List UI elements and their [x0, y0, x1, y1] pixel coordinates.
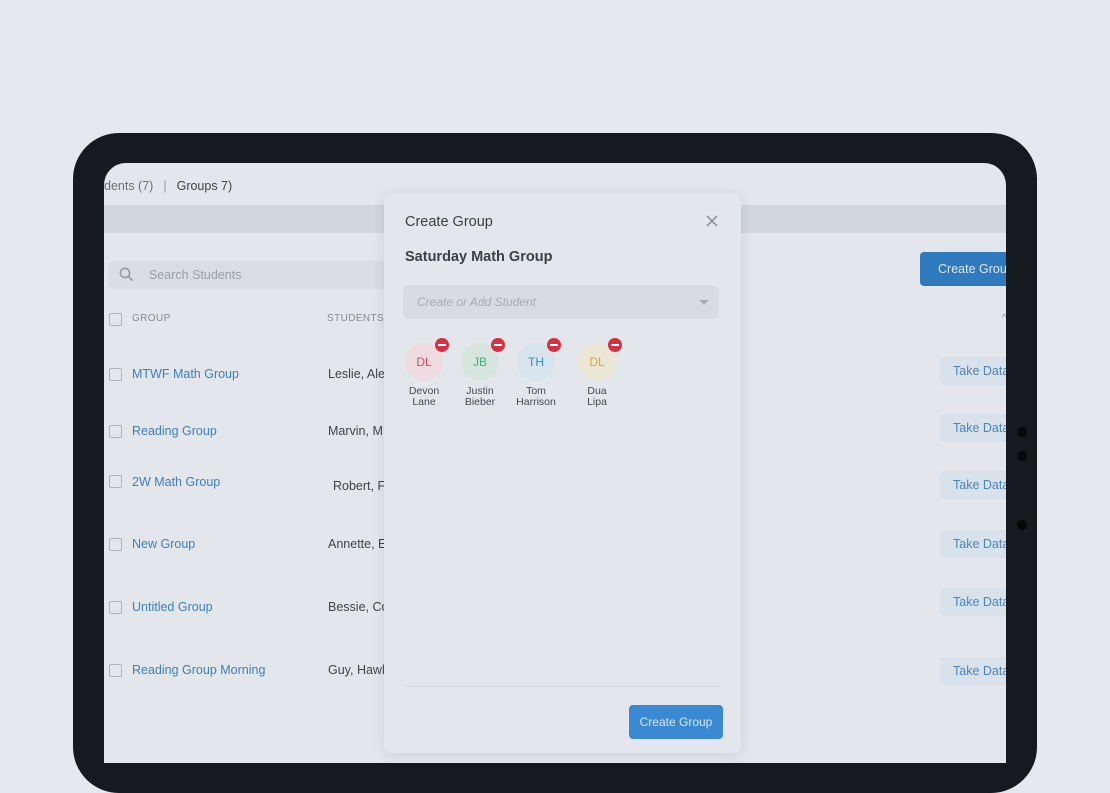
search-placeholder: Search Students	[149, 268, 242, 282]
row-students: Marvin, M	[328, 424, 383, 438]
camera-dot	[1017, 427, 1027, 437]
group-link[interactable]: Reading Group	[132, 424, 217, 438]
group-link[interactable]: MTWF Math Group	[132, 367, 239, 381]
modal-title: Create Group	[405, 214, 493, 230]
row-checkbox[interactable]	[109, 601, 122, 614]
avatar: DL	[578, 338, 622, 381]
student-chip: DL Dua Lipa	[567, 338, 627, 408]
avatar-initials: DL	[416, 355, 432, 369]
student-chip: DL Devon Lane	[394, 338, 454, 408]
sort-chevron-icon[interactable]: ^	[1002, 313, 1006, 324]
row-checkbox[interactable]	[109, 664, 122, 677]
remove-student-icon[interactable]	[608, 338, 622, 352]
remove-student-icon[interactable]	[435, 338, 449, 352]
row-students: Robert, F	[333, 479, 386, 493]
row-students: Leslie, Ale	[328, 367, 385, 381]
group-link[interactable]: 2W Math Group	[132, 475, 220, 489]
student-last-name: Lane	[412, 396, 436, 408]
student-chip: TH Tom Harrison	[506, 338, 566, 408]
take-data-button[interactable]: Take Data	[940, 414, 1006, 442]
remove-student-icon[interactable]	[491, 338, 505, 352]
avatar-initials: JB	[472, 355, 487, 369]
take-data-button[interactable]: Take Data	[940, 657, 1006, 685]
avatar-initials: TH	[528, 355, 544, 369]
camera-dot	[1017, 520, 1027, 530]
group-name-heading[interactable]: Saturday Math Group	[405, 249, 552, 265]
remove-student-icon[interactable]	[547, 338, 561, 352]
student-last-name: Bieber	[464, 396, 496, 408]
tab-groups[interactable]: Groups 7)	[177, 179, 233, 193]
row-checkbox[interactable]	[109, 475, 122, 488]
tab-bar: dents (7) | Groups 7)	[104, 179, 232, 193]
student-last-name: Lipa	[587, 396, 607, 408]
row-checkbox[interactable]	[109, 425, 122, 438]
avatar: TH	[517, 338, 561, 381]
student-name: Tom Harrison	[506, 386, 566, 408]
avatar: JB	[461, 338, 505, 381]
create-group-modal: Create Group Saturday Math Group Create …	[384, 193, 741, 753]
avatar-initials: DL	[589, 355, 605, 369]
search-icon	[119, 267, 134, 282]
group-link[interactable]: Reading Group Morning	[132, 663, 265, 677]
camera-dot	[1017, 451, 1027, 461]
chevron-down-icon	[699, 300, 709, 305]
tab-separator: |	[163, 179, 167, 193]
student-name: Devon Lane	[394, 386, 454, 408]
close-icon[interactable]	[705, 214, 719, 228]
student-chip: JB Justin Bieber	[450, 338, 510, 408]
row-students: Bessie, Co	[328, 600, 389, 614]
select-all-checkbox[interactable]	[109, 313, 122, 326]
column-header-group: GROUP	[132, 313, 171, 324]
group-link[interactable]: New Group	[132, 537, 195, 551]
student-last-name: Harrison	[516, 396, 556, 408]
group-link[interactable]: Untitled Group	[132, 600, 213, 614]
student-name: Justin Bieber	[450, 386, 510, 408]
tab-students[interactable]: dents (7)	[104, 179, 153, 193]
create-group-button[interactable]: Create Group	[920, 252, 1006, 286]
search-input[interactable]: Search Students	[108, 261, 408, 289]
row-students: Annette, E	[328, 537, 387, 551]
column-header-students: STUDENTS	[327, 313, 385, 324]
take-data-button[interactable]: Take Data	[940, 530, 1006, 558]
student-name: Dua Lipa	[567, 386, 627, 408]
student-select-placeholder: Create or Add Student	[417, 295, 536, 309]
row-checkbox[interactable]	[109, 368, 122, 381]
row-students: Guy, Hawk	[328, 663, 389, 677]
student-select[interactable]: Create or Add Student	[403, 285, 719, 319]
take-data-button[interactable]: Take Data	[940, 588, 1006, 616]
take-data-button[interactable]: Take Data	[940, 471, 1006, 499]
divider	[405, 686, 720, 687]
row-checkbox[interactable]	[109, 538, 122, 551]
take-data-button[interactable]: Take Data	[940, 357, 1006, 385]
avatar: DL	[405, 338, 449, 381]
create-group-submit-button[interactable]: Create Group	[629, 705, 723, 739]
